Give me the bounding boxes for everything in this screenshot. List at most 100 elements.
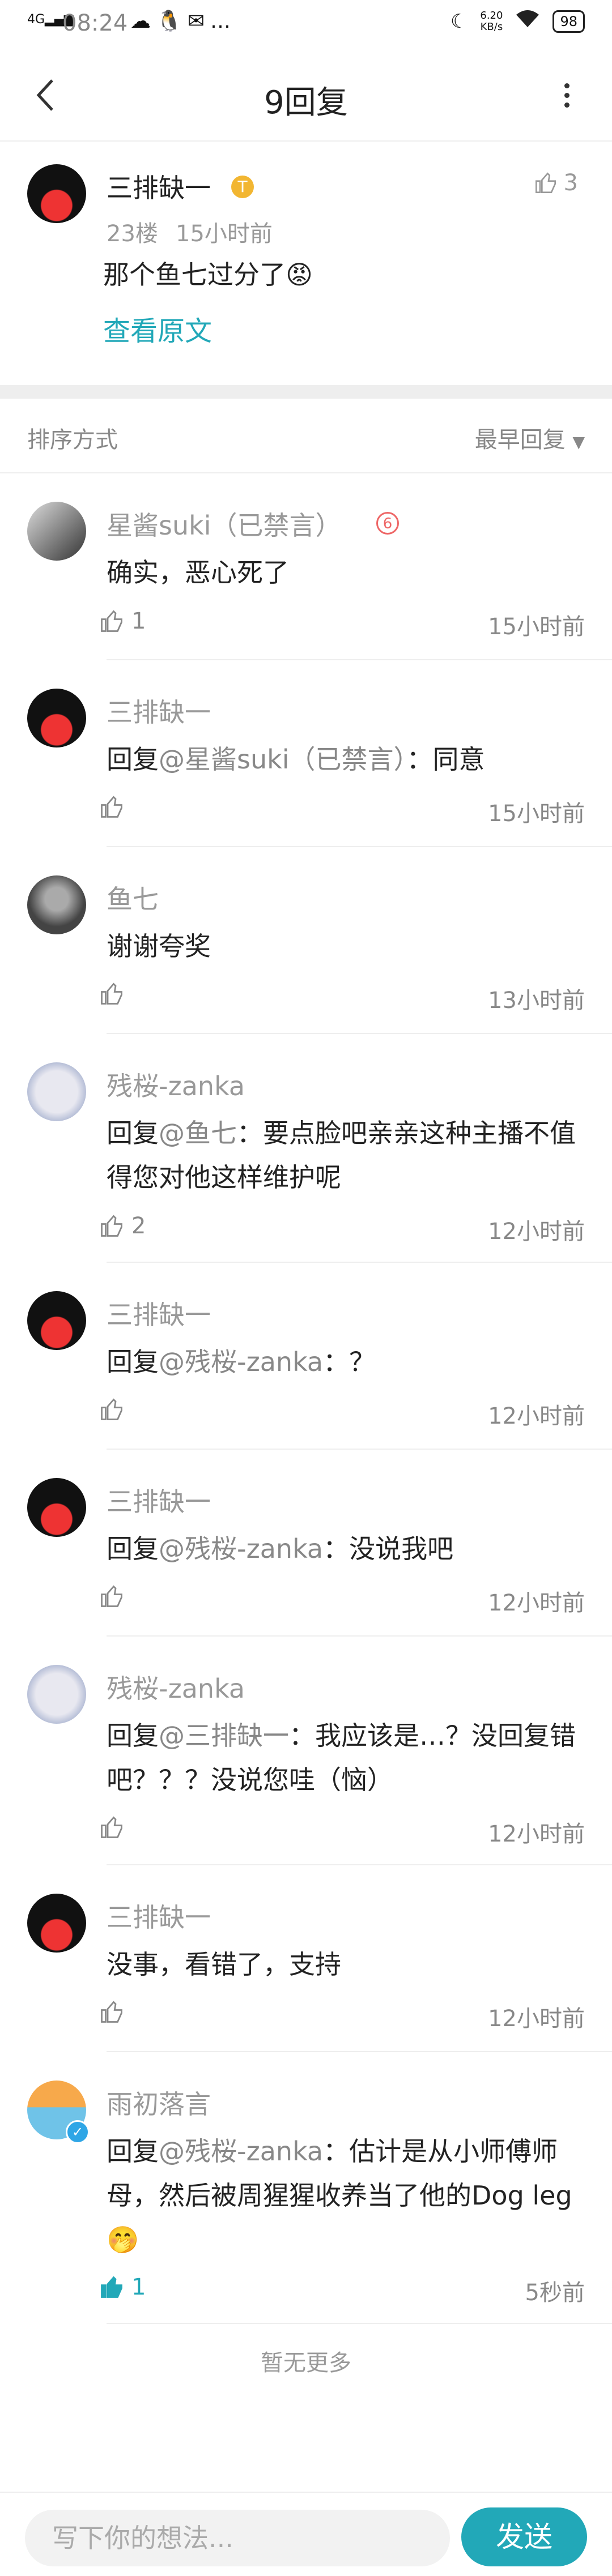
sort-value: 最早回复 — [474, 427, 566, 453]
author-name[interactable]: 星酱suki（已禁言） — [107, 505, 342, 542]
verified-icon: ✓ — [66, 2120, 90, 2144]
avatar[interactable] — [27, 689, 86, 747]
floor-number: 23楼 — [107, 221, 158, 247]
reply-composer: 发送 — [0, 2492, 612, 2576]
comment-text: 回复@鱼七：要点脸吧亲亲这种主播不值得您对他这样维护呢 — [107, 1111, 594, 1199]
reply-content: ：同意 — [406, 744, 485, 775]
thumbs-up-icon — [535, 172, 556, 193]
author-name[interactable]: 三排缺一 — [107, 1897, 211, 1934]
reply-content: ：没说我吧 — [323, 1533, 454, 1564]
thumbs-up-icon — [101, 982, 122, 1005]
like-button[interactable] — [100, 1398, 131, 1421]
signal-label: 4G — [27, 12, 45, 27]
comment-text: 回复@残桜-zanka：没说我吧 — [107, 1527, 612, 1571]
reply-time: 12小时前 — [488, 1590, 585, 1616]
like-button[interactable]: 1 — [100, 2274, 146, 2300]
view-original-link[interactable]: 查看原文 — [103, 309, 212, 353]
divider — [107, 2323, 612, 2324]
reply-time: 13小时前 — [488, 988, 585, 1014]
battery-indicator: 98 — [552, 10, 585, 33]
avatar[interactable] — [27, 1478, 86, 1537]
mention-link[interactable]: @残桜-zanka — [159, 2136, 323, 2167]
avatar[interactable] — [27, 502, 86, 561]
reply-item: 三排缺一 回复@残桜-zanka：？ 12小时前 — [0, 1263, 612, 1450]
sort-bar: 排序方式 最早回复 ▼ — [0, 399, 612, 473]
comment-input[interactable] — [25, 2510, 450, 2566]
thumbs-up-icon — [101, 1215, 122, 1237]
reply-prefix: 回复 — [107, 1118, 159, 1148]
send-button[interactable]: 发送 — [461, 2507, 587, 2566]
no-more-text: 暂无更多 — [261, 2350, 351, 2376]
author-name[interactable]: 残桜-zanka — [107, 1066, 245, 1103]
like-button[interactable] — [100, 1815, 131, 1839]
like-button[interactable] — [100, 1584, 131, 1608]
avatar[interactable] — [27, 1665, 86, 1724]
app-header: 9回复 — [0, 50, 612, 142]
post-time: 15小时前 — [176, 221, 273, 247]
mention-link[interactable]: @残桜-zanka — [159, 1347, 323, 1377]
like-button[interactable]: 3 — [534, 170, 578, 196]
reply-item: 残桜-zanka 回复@三排缺一：我应该是…？没回复错吧？？？没说您哇（恼） 1… — [0, 1637, 612, 1865]
original-comment: 三排缺一 T 3 23楼 15小时前 那个鱼七过分了😡 查看原文 — [0, 142, 612, 385]
thumbs-up-icon — [101, 2001, 122, 2023]
reply-time: 5秒前 — [525, 2280, 585, 2306]
avatar[interactable] — [27, 164, 86, 223]
more-dot-icon — [564, 102, 570, 108]
mention-link[interactable]: @残桜-zanka — [159, 1533, 323, 1564]
reply-time: 12小时前 — [488, 2006, 585, 2032]
like-button[interactable] — [100, 2000, 131, 2024]
like-button[interactable]: 2 — [100, 1213, 146, 1239]
thumbs-up-icon — [101, 796, 122, 818]
thumbs-up-icon — [101, 1816, 122, 1838]
author-name[interactable]: 鱼七 — [107, 879, 159, 916]
reply-time: 12小时前 — [488, 1219, 585, 1245]
net-speed-value: 6.20 — [480, 9, 503, 22]
comment-text: 回复@三排缺一：我应该是…？没回复错吧？？？没说您哇（恼） — [107, 1714, 594, 1802]
reply-item: 鱼七 谢谢夸奖 13小时前 — [0, 847, 612, 1034]
like-button[interactable] — [100, 982, 131, 1006]
reply-item: 残桜-zanka 回复@鱼七：要点脸吧亲亲这种主播不值得您对他这样维护呢 2 1… — [0, 1034, 612, 1263]
qq-icon: 🐧 — [156, 10, 188, 33]
author-name[interactable]: 三排缺一 — [107, 168, 211, 205]
avatar[interactable] — [27, 1062, 86, 1121]
author-name[interactable]: 残桜-zanka — [107, 1668, 245, 1706]
reply-item: 三排缺一 回复@星酱suki（已禁言）：同意 15小时前 — [0, 660, 612, 847]
avatar[interactable] — [27, 1291, 86, 1350]
author-name[interactable]: 三排缺一 — [107, 692, 211, 729]
reply-content: 谢谢夸奖 — [107, 931, 211, 962]
mention-link[interactable]: @鱼七 — [159, 1118, 237, 1148]
more-dot-icon — [564, 83, 570, 88]
comment-text: 回复@残桜-zanka：估计是从小师傅师母，然后被周猩猩收养当了他的Dog le… — [107, 2129, 594, 2262]
author-name[interactable]: 三排缺一 — [107, 1295, 211, 1332]
thumbs-up-icon — [101, 1398, 122, 1420]
avatar[interactable] — [27, 875, 86, 934]
level-badge-icon: 6 — [376, 512, 399, 535]
like-count: 3 — [563, 170, 578, 196]
like-count: 2 — [131, 1213, 146, 1239]
like-button[interactable]: 1 — [100, 608, 146, 634]
avatar[interactable] — [27, 1894, 86, 1953]
net-speed: 6.20 KB/s — [480, 10, 503, 33]
sort-dropdown[interactable]: 最早回复 ▼ — [475, 421, 585, 454]
comment-text: 确实，恶心死了 — [107, 550, 612, 595]
author-name[interactable]: 雨初落言 — [107, 2084, 211, 2121]
more-notif-icon: … — [210, 10, 236, 33]
more-menu-button[interactable] — [544, 72, 589, 118]
level-badge: T — [231, 176, 254, 198]
weibo-icon: ☁ — [130, 10, 156, 33]
comment-text: 那个鱼七过分了😡 — [103, 259, 313, 290]
reply-item: 星酱suki（已禁言） 6 确实，恶心死了 1 15小时前 — [0, 473, 612, 660]
more-dot-icon — [564, 92, 570, 98]
reply-time: 15小时前 — [488, 801, 585, 827]
mention-link[interactable]: @星酱suki（已禁言） — [159, 744, 407, 775]
reply-time: 15小时前 — [488, 614, 585, 640]
reply-prefix: 回复 — [107, 1533, 159, 1564]
mention-link[interactable]: @三排缺一 — [159, 1720, 289, 1751]
like-button[interactable] — [100, 795, 131, 819]
author-name[interactable]: 三排缺一 — [107, 1481, 211, 1519]
reply-prefix: 回复 — [107, 744, 159, 775]
reply-prefix: 回复 — [107, 1720, 159, 1751]
status-bar: 4G▂▄▆ 08:24 ☁🐧✉… ☾ 6.20 KB/s 98 — [0, 0, 612, 50]
comment-text: 谢谢夸奖 — [107, 924, 612, 968]
page-title: 9回复 — [264, 84, 348, 121]
